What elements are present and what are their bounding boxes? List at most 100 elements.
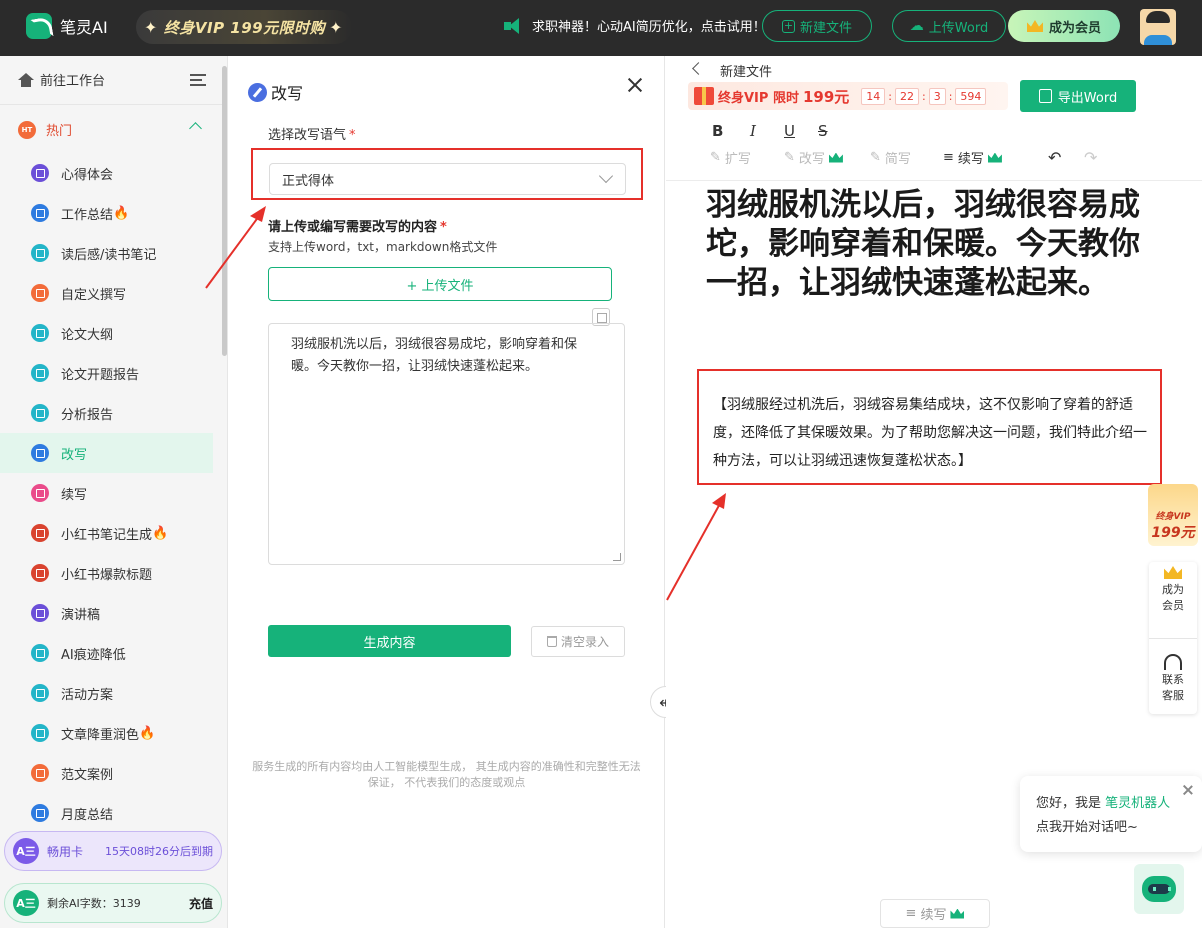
rewrite-panel: 改写 选择改写语气 * 正式得体 请上传或编写需要改写的内容 * 支持上传word，… (228, 56, 665, 928)
sidebar-item[interactable]: 续写 (0, 473, 222, 513)
close-icon[interactable] (1182, 784, 1194, 796)
vip-promo-bar[interactable]: 终身VIP 限时 199元 14 : 22 : 3 : 594 (688, 82, 1008, 110)
sidebar-item-icon (31, 644, 49, 662)
side-become-member[interactable]: 成为会员 (1149, 566, 1197, 614)
sidebar-item-icon (31, 484, 49, 502)
divider (1149, 638, 1197, 639)
sidebar-item-label: 活动方案 (61, 687, 114, 703)
upload-word-button[interactable]: ☁ 上传Word (892, 10, 1006, 42)
strikethrough-button[interactable]: S (818, 122, 828, 140)
sidebar-item[interactable]: 演讲稿 (0, 593, 222, 633)
undo-icon[interactable]: ↶ (1048, 148, 1061, 167)
side-contact-service[interactable]: 联系客服 (1149, 654, 1197, 704)
chat-bot-name: 笔灵机器人 (1105, 796, 1171, 811)
tone-select-value: 正式得体 (282, 173, 335, 189)
sidebar-item[interactable]: 范文案例 (0, 753, 222, 793)
sidebar-item-icon (31, 284, 49, 302)
tone-select[interactable]: 正式得体 (269, 163, 626, 195)
sidebar-item[interactable]: 小红书爆款标题 (0, 553, 222, 593)
collapse-menu-icon[interactable] (190, 74, 206, 86)
rewrite-toolbar-button[interactable]: ✎ 改写 (784, 148, 843, 167)
new-file-button[interactable]: + 新建文件 (762, 10, 872, 42)
robot-assistant-button[interactable] (1134, 864, 1184, 914)
countdown-seconds: 3 (928, 87, 946, 105)
sidebar-item-label: 工作总结 (61, 207, 114, 223)
continue-floating-button[interactable]: ≡ 续写 (880, 899, 990, 928)
sidebar-scrollbar[interactable] (222, 66, 227, 356)
side-tools: 成为会员 联系客服 (1149, 562, 1197, 714)
sidebar-item-label: 分析报告 (61, 407, 114, 423)
top-bar: 笔灵AI ✦ 终身VIP 199元限时购 ✦ 求职神器！心动AI简历优化，点击试… (0, 0, 1202, 56)
export-icon (1038, 89, 1052, 103)
pass-card-expire: 15天08时26分后到期 (105, 845, 213, 858)
chevron-down-icon (598, 168, 614, 184)
panel-title-text: 改写 (271, 84, 304, 103)
sidebar-item[interactable]: 月度总结 (0, 793, 222, 833)
go-to-workspace-link[interactable]: 前往工作台 (18, 70, 105, 89)
tone-label: 选择改写语气 * (268, 124, 356, 143)
generate-button[interactable]: 生成内容 (268, 625, 511, 657)
sidebar-item[interactable]: 读后感/读书笔记 (0, 233, 222, 273)
app-logo[interactable]: 笔灵AI (26, 13, 108, 39)
bold-button[interactable]: B (712, 122, 723, 140)
upload-file-button[interactable]: + 上传文件 (268, 267, 612, 301)
headset-icon (1164, 654, 1182, 670)
logo-icon (26, 13, 52, 39)
notice[interactable]: 求职神器！心动AI简历优化，点击试用！ (504, 16, 766, 35)
shorten-button[interactable]: ✎ 简写 (870, 148, 911, 167)
sidebar-item-icon (31, 804, 49, 822)
vip-float-badge[interactable]: 终身VIP 199元 (1148, 484, 1198, 546)
sidebar-item[interactable]: 小红书笔记生成 🔥 (0, 513, 222, 553)
expand-button[interactable]: ✎ 扩写 (710, 148, 751, 167)
countdown-separator: : (921, 89, 926, 103)
vip-banner[interactable]: ✦ 终身VIP 199元限时购 ✦ (136, 10, 352, 44)
underline-button[interactable]: U (784, 122, 795, 140)
words-card: A三 剩余AI字数：3139 充值 (4, 883, 222, 923)
countdown-ms: 594 (955, 87, 987, 105)
content-textarea[interactable]: 羽绒服机洗以后，羽绒很容易成坨，影响穿着和保暖。今天教你一招，让羽绒快速蓬松起来… (268, 323, 625, 565)
continue-toolbar-button[interactable]: ≡ 续写 (943, 148, 1002, 167)
hot-group-header[interactable]: HT 热门 (18, 120, 72, 139)
clear-button[interactable]: 清空录入 (531, 626, 625, 657)
become-member-button[interactable]: 成为会员 (1008, 10, 1120, 42)
sidebar-item[interactable]: 论文大纲 (0, 313, 222, 353)
sidebar-item[interactable]: 工作总结 🔥 (0, 193, 222, 233)
sidebar-item[interactable]: 活动方案 (0, 673, 222, 713)
export-label: 导出Word (1057, 90, 1118, 106)
sidebar-item[interactable]: 文章降重润色 🔥 (0, 713, 222, 753)
sparkle-icon: ✦ (144, 17, 158, 37)
pass-card[interactable]: A三 畅用卡 15天08时26分后到期 (4, 831, 222, 871)
app-name: 笔灵AI (60, 18, 108, 37)
close-icon[interactable] (626, 76, 644, 94)
vip-banner-text: 终身VIP 199元限时购 (163, 18, 326, 37)
sidebar-item[interactable]: AI痕迹降低 (0, 633, 222, 673)
sidebar-item-icon (31, 604, 49, 622)
recharge-button[interactable]: 充值 (189, 895, 213, 912)
hot-icon: HT (18, 120, 36, 139)
required-mark: * (349, 128, 356, 143)
document-title[interactable]: 羽绒服机洗以后，羽绒很容易成坨，影响穿着和保暖。今天教你一招，让羽绒快速蓬松起来… (706, 186, 1166, 303)
content-label: 请上传或编写需要改写的内容 * (268, 216, 447, 235)
sidebar-item-icon (31, 364, 49, 382)
pass-card-logo: A三 (13, 838, 39, 864)
back-icon[interactable] (692, 62, 705, 75)
crown-icon (1026, 20, 1043, 32)
rewrite-icon (248, 82, 267, 102)
sidebar-item-label: 小红书笔记生成 (61, 527, 153, 543)
resize-handle[interactable] (613, 553, 621, 561)
avatar[interactable] (1140, 9, 1176, 45)
italic-button[interactable]: I (750, 122, 756, 140)
document-name[interactable]: 新建文件 (720, 61, 772, 80)
export-word-button[interactable]: 导出Word (1020, 80, 1136, 112)
chat-bubble[interactable]: 您好，我是 笔灵机器人 点我开始对话吧~ (1020, 776, 1202, 852)
sidebar-item[interactable]: 分析报告 (0, 393, 222, 433)
sidebar-item[interactable]: 改写 (0, 433, 213, 473)
sidebar-item[interactable]: 自定义撰写 (0, 273, 222, 313)
expand-label: 扩写 (724, 152, 751, 167)
redo-icon[interactable]: ↷ (1084, 148, 1097, 167)
countdown-hours: 14 (861, 87, 886, 105)
sidebar-item[interactable]: 论文开题报告 (0, 353, 222, 393)
chevron-up-icon[interactable] (189, 122, 202, 135)
sidebar-item[interactable]: 心得体会 (0, 153, 222, 193)
rewritten-text[interactable]: 【羽绒服经过机洗后，羽绒容易集结成块，这不仅影响了穿着的舒适度，还降低了其保暖效… (713, 391, 1159, 475)
